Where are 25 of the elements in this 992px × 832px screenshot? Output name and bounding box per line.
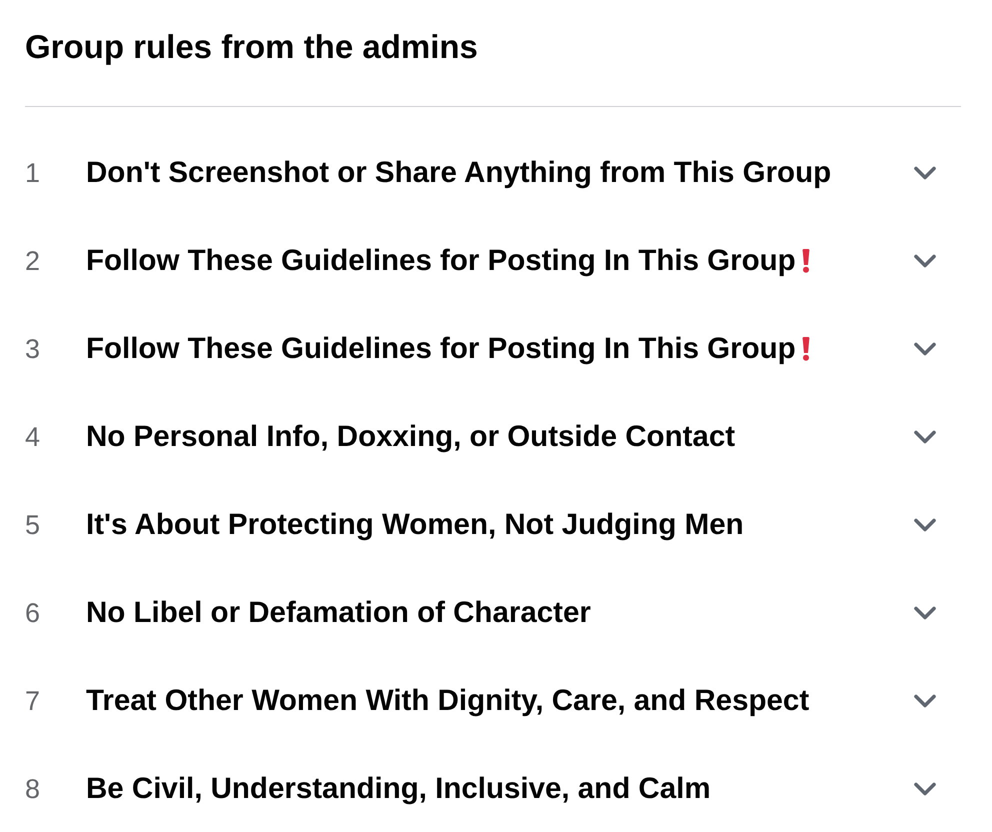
- rule-number: 2: [25, 245, 42, 278]
- rule-number: 7: [25, 685, 42, 718]
- rule-title[interactable]: Don't Screenshot or Share Anything from This Group: [86, 155, 832, 191]
- chevron-down-icon[interactable]: [913, 694, 937, 708]
- rule-number: 4: [25, 421, 42, 454]
- rule-number: 8: [25, 773, 42, 806]
- chevron-down-icon[interactable]: [913, 254, 937, 268]
- rule-title[interactable]: Treat Other Women With Dignity, Care, and Respect: [86, 683, 810, 719]
- rule-number: 5: [25, 509, 42, 542]
- chevron-down-icon[interactable]: [913, 166, 937, 180]
- rule-number: 3: [25, 333, 42, 366]
- chevron-down-icon[interactable]: [913, 782, 937, 796]
- rule-title[interactable]: It's About Protecting Women, Not Judging Men: [86, 507, 744, 543]
- chevron-down-icon[interactable]: [913, 518, 937, 532]
- rule-title[interactable]: Be Civil, Understanding, Inclusive, and Calm: [86, 771, 711, 807]
- rule-title[interactable]: No Libel or Defamation of Character: [86, 595, 591, 631]
- rule-title[interactable]: Follow These Guidelines for Posting In This Group: [86, 243, 796, 279]
- chevron-down-icon[interactable]: [913, 430, 937, 444]
- chevron-down-icon[interactable]: [913, 342, 937, 356]
- rule-title[interactable]: No Personal Info, Doxxing, or Outside Contact: [86, 419, 736, 455]
- chevron-down-icon[interactable]: [913, 606, 937, 620]
- rule-number: 6: [25, 597, 42, 630]
- rule-number: 1: [25, 157, 42, 190]
- section-title: Group rules from the admins: [25, 27, 478, 67]
- rule-title[interactable]: Follow These Guidelines for Posting In This Group: [86, 331, 796, 367]
